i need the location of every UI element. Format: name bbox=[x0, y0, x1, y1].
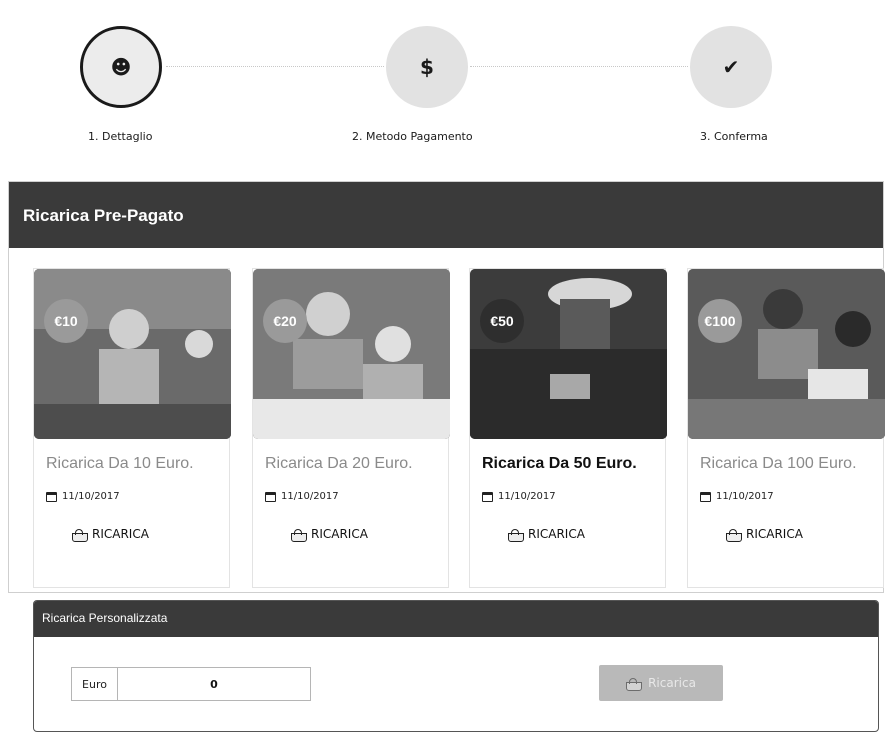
prepaid-panel: Ricarica Pre-Pagato €10 Ricarica Da 10 E… bbox=[8, 181, 885, 593]
calendar-icon bbox=[46, 491, 57, 502]
card-date: 11/10/2017 bbox=[700, 491, 774, 502]
card-photo: €10 bbox=[34, 269, 231, 439]
card-title: Ricarica Da 50 Euro. bbox=[482, 455, 637, 472]
step-3-circle[interactable]: ✔ bbox=[690, 26, 772, 108]
user-icon: ☻ bbox=[110, 55, 132, 79]
card-date-text: 11/10/2017 bbox=[498, 491, 556, 502]
card-title: Ricarica Da 100 Euro. bbox=[700, 455, 857, 472]
basket-icon bbox=[626, 677, 643, 691]
price-badge: €10 bbox=[44, 299, 88, 343]
ricarica-button-label: RICARICA bbox=[311, 527, 368, 541]
price-badge: €50 bbox=[480, 299, 524, 343]
card-title: Ricarica Da 20 Euro. bbox=[265, 455, 413, 472]
prepaid-panel-title: Ricarica Pre-Pagato bbox=[9, 182, 883, 248]
price-badge: €20 bbox=[263, 299, 307, 343]
ricarica-100-button[interactable]: RICARICA bbox=[726, 527, 803, 542]
step-connector bbox=[166, 66, 384, 67]
card-date-text: 11/10/2017 bbox=[716, 491, 774, 502]
prepaid-card-10: €10 Ricarica Da 10 Euro. 11/10/2017 RICA… bbox=[33, 268, 231, 588]
basket-icon bbox=[72, 528, 88, 542]
prepaid-card-100: €100 Ricarica Da 100 Euro. 11/10/2017 RI… bbox=[687, 268, 885, 588]
prepaid-card-20: €20 Ricarica Da 20 Euro. 11/10/2017 RICA… bbox=[252, 268, 450, 588]
step-connector bbox=[470, 66, 688, 67]
check-icon: ✔ bbox=[722, 55, 740, 79]
card-photo: €20 bbox=[253, 269, 450, 439]
ricarica-button-label: RICARICA bbox=[746, 527, 803, 541]
card-date-text: 11/10/2017 bbox=[62, 491, 120, 502]
card-date-text: 11/10/2017 bbox=[281, 491, 339, 502]
step-1-circle[interactable]: ☻ bbox=[80, 26, 162, 108]
basket-icon bbox=[726, 528, 742, 542]
calendar-icon bbox=[265, 491, 276, 502]
dollar-icon: $ bbox=[420, 55, 434, 79]
calendar-icon bbox=[482, 491, 493, 502]
card-photo: €50 bbox=[470, 269, 667, 439]
card-photo: €100 bbox=[688, 269, 885, 439]
basket-icon bbox=[291, 528, 307, 542]
card-date: 11/10/2017 bbox=[482, 491, 556, 502]
step-3-label: 3. Conferma bbox=[700, 130, 768, 143]
custom-recharge-title: Ricarica Personalizzata bbox=[34, 601, 878, 637]
custom-ricarica-button[interactable]: Ricarica bbox=[599, 665, 723, 701]
card-date: 11/10/2017 bbox=[265, 491, 339, 502]
currency-addon: Euro bbox=[72, 668, 118, 700]
amount-input-group: Euro bbox=[71, 667, 311, 701]
custom-recharge-panel: Ricarica Personalizzata Euro Ricarica bbox=[33, 600, 879, 732]
step-2-label: 2. Metodo Pagamento bbox=[352, 130, 473, 143]
ricarica-button-label: RICARICA bbox=[92, 527, 149, 541]
checkout-stepper: ☻ 1. Dettaglio $ 2. Metodo Pagamento ✔ 3… bbox=[0, 0, 889, 160]
card-date: 11/10/2017 bbox=[46, 491, 120, 502]
calendar-icon bbox=[700, 491, 711, 502]
card-title: Ricarica Da 10 Euro. bbox=[46, 455, 194, 472]
prepaid-card-50: €50 Ricarica Da 50 Euro. 11/10/2017 RICA… bbox=[469, 268, 667, 588]
ricarica-20-button[interactable]: RICARICA bbox=[291, 527, 368, 542]
ricarica-button-label: RICARICA bbox=[528, 527, 585, 541]
custom-ricarica-label: Ricarica bbox=[648, 676, 696, 690]
step-1-label: 1. Dettaglio bbox=[88, 130, 153, 143]
basket-icon bbox=[508, 528, 524, 542]
price-badge: €100 bbox=[698, 299, 742, 343]
step-2-circle[interactable]: $ bbox=[386, 26, 468, 108]
amount-input[interactable] bbox=[118, 668, 310, 700]
ricarica-50-button[interactable]: RICARICA bbox=[508, 527, 585, 542]
ricarica-10-button[interactable]: RICARICA bbox=[72, 527, 149, 542]
